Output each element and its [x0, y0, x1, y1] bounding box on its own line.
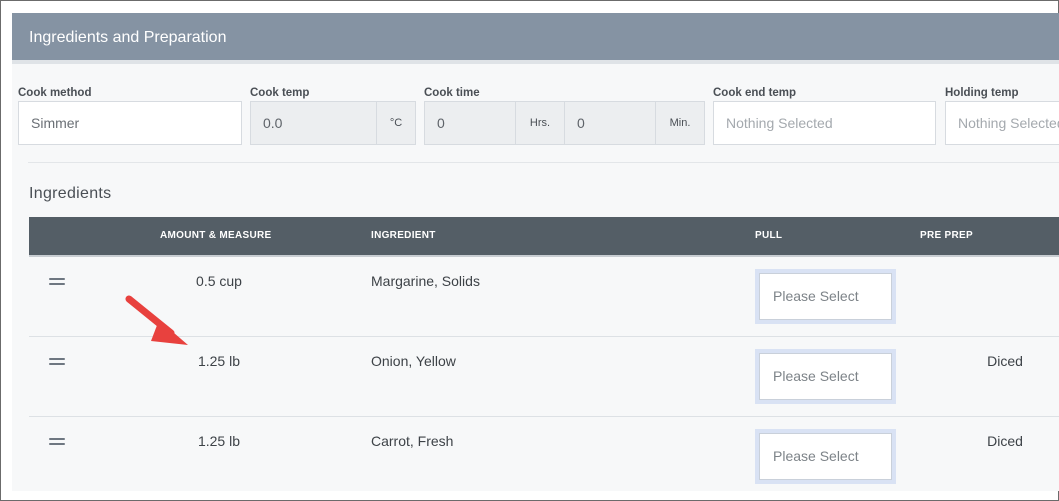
ingredient-cell[interactable]: Margarine, Solids: [371, 273, 480, 289]
drag-handle-icon[interactable]: [49, 278, 65, 286]
column-header-ingredient[interactable]: INGREDIENT: [371, 217, 436, 255]
ingredients-preparation-panel: Ingredients and Preparation Cook method …: [12, 13, 1059, 491]
column-header-pre-prep[interactable]: PRE PREP: [920, 217, 973, 255]
drag-handle-icon[interactable]: [49, 358, 65, 366]
drag-handle-icon[interactable]: [49, 438, 65, 446]
column-header-amount[interactable]: AMOUNT & MEASURE: [160, 217, 271, 255]
cook-end-temp-field: Cook end temp Nothing Selected: [713, 85, 936, 145]
cook-temp-label: Cook temp: [250, 87, 310, 99]
holding-temp-field: Holding temp Nothing Selected: [945, 85, 1059, 145]
section-divider: [28, 162, 1059, 163]
cook-end-temp-select[interactable]: Nothing Selected: [713, 101, 936, 145]
pull-select[interactable]: Please Select: [759, 433, 892, 480]
cook-temp-field: Cook temp 0.0 °C: [250, 85, 416, 145]
pre-prep-cell: Diced: [987, 353, 1023, 369]
cook-time-field: Cook time 0 Hrs. 0 Min.: [424, 85, 705, 145]
cook-method-label: Cook method: [18, 87, 92, 99]
cook-time-minutes-unit: Min.: [655, 101, 705, 145]
cook-time-hours-unit: Hrs.: [515, 101, 565, 145]
cook-method-input[interactable]: Simmer: [18, 101, 242, 145]
holding-temp-select[interactable]: Nothing Selected: [945, 101, 1059, 145]
table-row: 1.25 lb Carrot, Fresh Please Select Dice…: [29, 417, 1059, 484]
pull-select-wrapper: Please Select: [755, 349, 896, 404]
ingredient-cell[interactable]: Onion, Yellow: [371, 353, 456, 369]
cook-end-temp-label: Cook end temp: [713, 87, 797, 99]
amount-cell: 1.25 lb: [197, 433, 241, 449]
cook-time-label: Cook time: [424, 87, 480, 99]
amount-cell: 1.25 lb: [197, 353, 241, 369]
ingredient-cell[interactable]: Carrot, Fresh: [371, 433, 453, 449]
pull-select-wrapper: Please Select: [755, 269, 896, 324]
holding-temp-label: Holding temp: [945, 87, 1019, 99]
pull-select[interactable]: Please Select: [759, 353, 892, 400]
pull-select-wrapper: Please Select: [755, 429, 896, 484]
column-header-pull[interactable]: PULL: [755, 217, 782, 255]
ingredients-title: Ingredients: [29, 185, 112, 202]
cook-temp-unit: °C: [376, 101, 416, 145]
cook-method-field: Cook method Simmer: [18, 85, 242, 145]
cook-temp-input[interactable]: 0.0: [250, 101, 377, 145]
cook-time-hours-input[interactable]: 0: [424, 101, 516, 145]
table-header: AMOUNT & MEASURE INGREDIENT PULL PRE PRE…: [29, 217, 1059, 257]
cook-time-minutes-input[interactable]: 0: [564, 101, 656, 145]
amount-cell: 0.5 cup: [196, 273, 242, 289]
pull-select[interactable]: Please Select: [759, 273, 892, 320]
pre-prep-cell: Diced: [987, 433, 1023, 449]
cook-settings: Cook method Simmer Cook temp 0.0 °C Cook…: [12, 85, 1059, 150]
panel-title: Ingredients and Preparation: [12, 13, 1059, 64]
red-arrow-icon: [125, 295, 188, 345]
